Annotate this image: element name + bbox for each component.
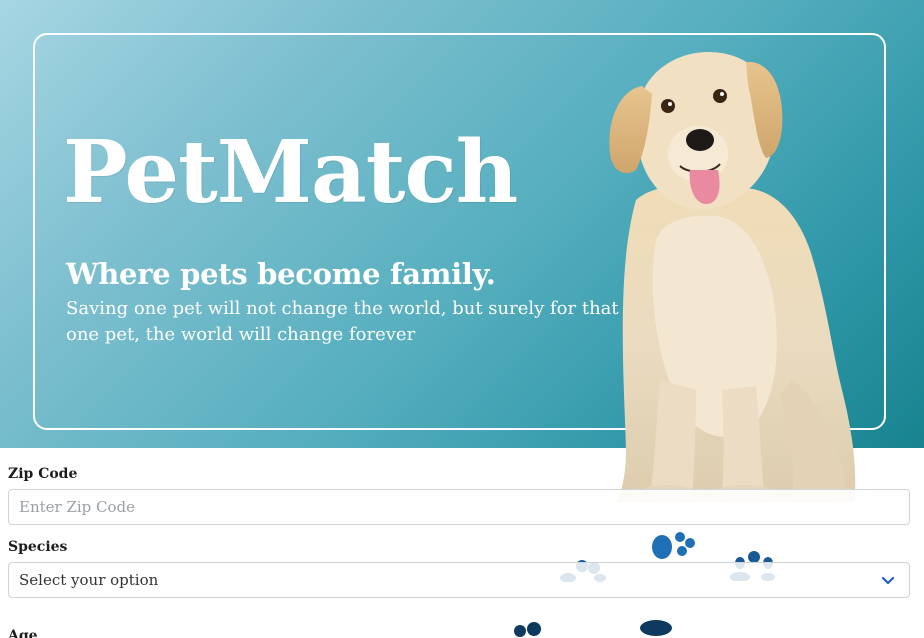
tagline: Where pets become family. <box>66 257 496 291</box>
species-field-group: Species Select your option <box>8 539 910 598</box>
zip-label: Zip Code <box>8 466 78 482</box>
age-label: Age <box>8 628 38 638</box>
chevron-down-icon <box>881 576 895 585</box>
dog-image <box>609 52 856 502</box>
species-selected-value: Select your option <box>19 571 159 589</box>
search-form: Zip Code Species Select your option <box>8 466 910 612</box>
hero-quote: Saving one pet will not change the world… <box>66 298 619 345</box>
paw-print-icon <box>514 622 541 637</box>
species-label: Species <box>8 539 68 555</box>
species-select[interactable]: Select your option <box>8 562 910 598</box>
brand-title: PetMatch <box>63 122 518 223</box>
zip-input[interactable] <box>8 489 910 525</box>
paw-print-icon <box>640 620 672 636</box>
zip-field-group: Zip Code <box>8 466 910 525</box>
